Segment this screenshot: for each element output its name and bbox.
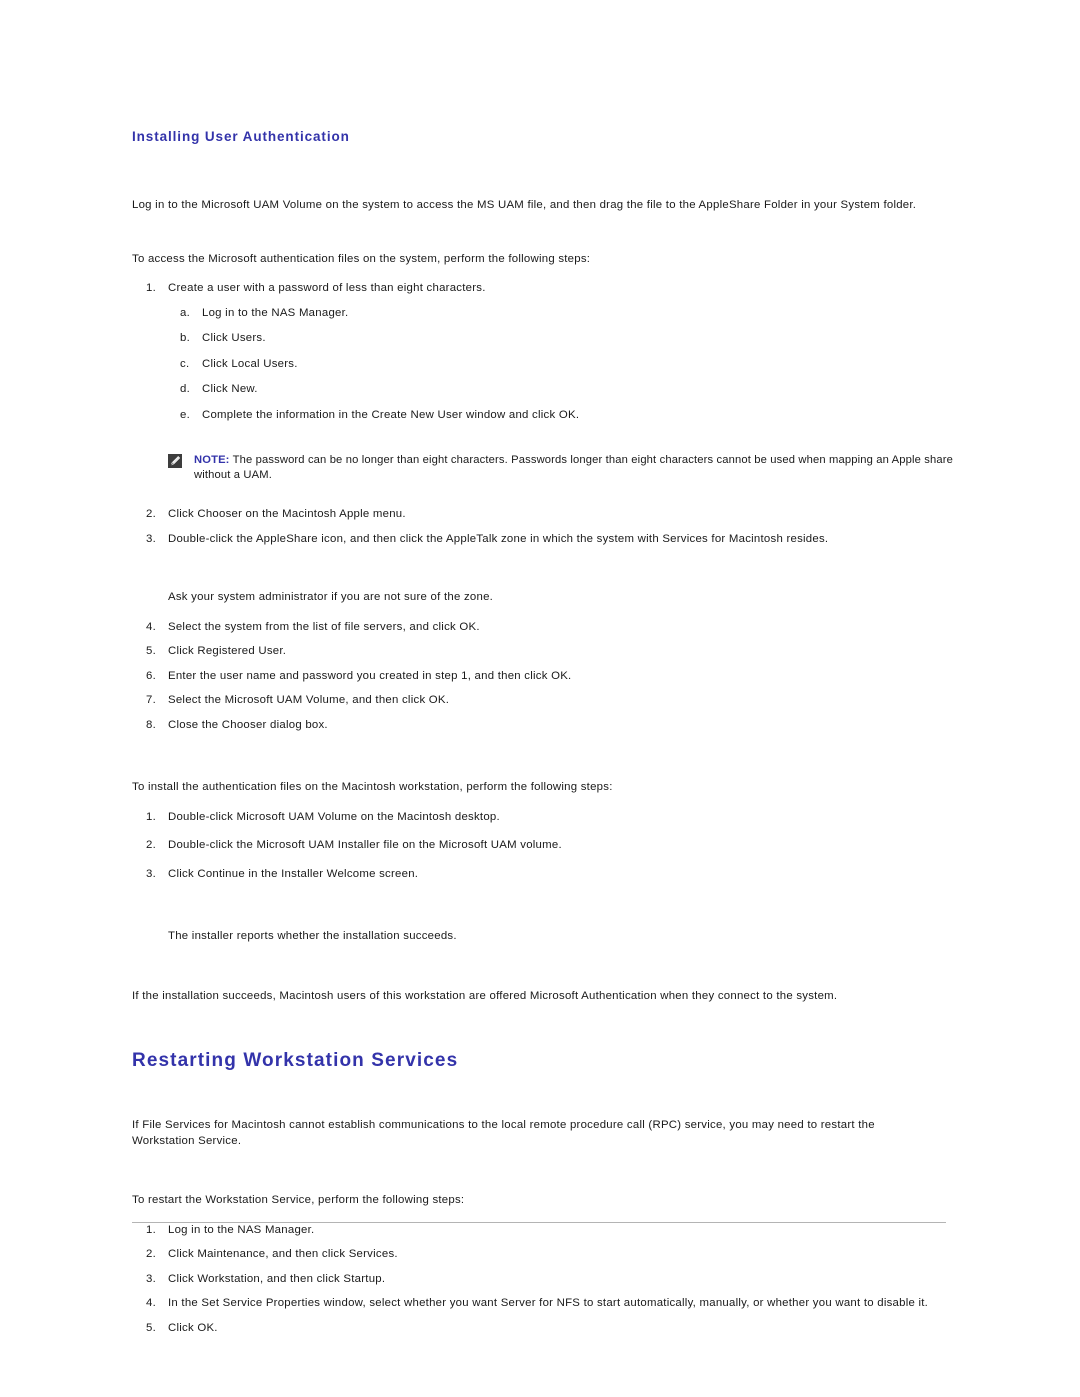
list-marker: e.: [180, 408, 190, 421]
list-item-text: Close the Chooser dialog box.: [168, 718, 328, 731]
list-item-text: Log in to the NAS Manager.: [202, 306, 349, 319]
list-marker: 2.: [146, 508, 156, 520]
rpc-intro-paragraph: If File Services for Macintosh cannot es…: [132, 1119, 875, 1147]
procedure3-lead-text: To restart the Workstation Service, perf…: [132, 1194, 465, 1206]
list-item-text: Click Registered User.: [168, 645, 287, 657]
list-item-text: Double-click Microsoft UAM Volume on the…: [168, 810, 500, 823]
list-item: 5. Click OK.: [132, 1321, 948, 1337]
list-item-text: Click Workstation, and then click Startu…: [168, 1272, 386, 1285]
closing-paragraph: If the installation succeeds, Macintosh …: [132, 989, 838, 1002]
list-item-text: Double-click the Microsoft UAM Installer…: [168, 839, 562, 851]
note-callout: NOTE: The password can be no longer than…: [168, 453, 954, 483]
list-item-text: Log in to the NAS Manager.: [168, 1223, 315, 1236]
list-item-text: Create a user with a password of less th…: [168, 282, 486, 294]
list-item-text: Click Users.: [202, 332, 266, 344]
list-item-text: Click Local Users.: [202, 357, 298, 370]
list-item: 4. In the Set Service Properties window,…: [132, 1296, 948, 1312]
intro-paragraph-uam-volume: Log in to the Microsoft UAM Volume on th…: [132, 199, 917, 211]
procedure1-list-part3: 4. Select the system from the list of fi…: [132, 620, 948, 734]
page-bottom-divider: [132, 1222, 946, 1223]
section-heading-installing-user-authentication: Installing User Authentication: [132, 129, 350, 144]
list-marker: 3.: [146, 532, 156, 545]
list-item-text: Select the system from the list of file …: [168, 620, 480, 633]
list-marker: 4.: [146, 620, 156, 633]
list-marker: 4.: [146, 1297, 156, 1309]
note-label: NOTE:: [194, 454, 230, 466]
list-item-text: Click New.: [202, 383, 258, 395]
procedure1-lead-text: To access the Microsoft authentication f…: [132, 252, 591, 265]
list-item: 7. Select the Microsoft UAM Volume, and …: [132, 693, 948, 709]
list-item: 1. Create a user with a password of less…: [132, 281, 948, 423]
procedure1-list-part2: 2. Click Chooser on the Macintosh Apple …: [132, 507, 948, 547]
list-marker: 6.: [146, 669, 156, 682]
list-item: a. Log in to the NAS Manager.: [168, 306, 948, 322]
list-marker: a.: [180, 306, 190, 319]
document-content: Installing User Authentication Log in to…: [132, 128, 953, 1345]
list-item: 3. Click Continue in the Installer Welco…: [132, 867, 948, 883]
list-item: e. Complete the information in the Creat…: [168, 408, 948, 424]
list-marker: 5.: [146, 645, 156, 657]
list-item-text: Click OK.: [168, 1321, 218, 1334]
procedure1-sublist: a. Log in to the NAS Manager. b. Click U…: [168, 306, 948, 424]
document-page: Installing User Authentication Log in to…: [0, 0, 1080, 1397]
list-item: 1. Log in to the NAS Manager.: [132, 1223, 948, 1239]
list-item: 2. Double-click the Microsoft UAM Instal…: [132, 838, 948, 854]
list-marker: 1.: [146, 810, 156, 823]
list-item: 8. Close the Chooser dialog box.: [132, 718, 948, 734]
list-item-text: In the Set Service Properties window, se…: [168, 1297, 929, 1309]
section-heading-restarting-workstation-services: Restarting Workstation Services: [132, 1050, 459, 1071]
list-marker: 7.: [146, 694, 156, 706]
list-item: 2. Click Maintenance, and then click Ser…: [132, 1247, 948, 1263]
list-item: 4. Select the system from the list of fi…: [132, 620, 948, 636]
installer-result-text: The installer reports whether the instal…: [168, 930, 457, 942]
list-item: 5. Click Registered User.: [132, 644, 948, 660]
list-item-text: Complete the information in the Create N…: [202, 408, 580, 421]
list-item: 6. Enter the user name and password you …: [132, 669, 948, 685]
list-item: 1. Double-click Microsoft UAM Volume on …: [132, 810, 948, 826]
list-item: b. Click Users.: [168, 331, 948, 347]
list-item: 2. Click Chooser on the Macintosh Apple …: [132, 507, 948, 523]
note-text: The password can be no longer than eight…: [194, 454, 953, 481]
list-marker: 5.: [146, 1321, 156, 1334]
list-item: d. Click New.: [168, 382, 948, 398]
list-marker: 8.: [146, 718, 156, 731]
list-marker: 2.: [146, 839, 156, 851]
list-marker: 2.: [146, 1248, 156, 1260]
list-marker: 1.: [146, 1223, 156, 1236]
list-item-text: Double-click the AppleShare icon, and th…: [168, 532, 829, 545]
list-item-text: Enter the user name and password you cre…: [168, 669, 572, 682]
list-marker: b.: [180, 332, 190, 344]
list-item-text: Select the Microsoft UAM Volume, and the…: [168, 694, 450, 706]
list-marker: c.: [180, 357, 190, 370]
list-marker: 3.: [146, 867, 156, 880]
list-marker: d.: [180, 383, 190, 395]
list-item: 3. Click Workstation, and then click Sta…: [132, 1272, 948, 1288]
note-pencil-icon: [168, 454, 182, 468]
list-item-text: Click Maintenance, and then click Servic…: [168, 1248, 398, 1260]
procedure1-list-part1: 1. Create a user with a password of less…: [132, 281, 948, 423]
procedure3-list: 1. Log in to the NAS Manager. 2. Click M…: [132, 1223, 948, 1337]
list-item-text: Click Continue in the Installer Welcome …: [168, 867, 419, 880]
list-marker: 3.: [146, 1272, 156, 1285]
list-item-text: Click Chooser on the Macintosh Apple men…: [168, 508, 406, 520]
list-marker: 1.: [146, 282, 156, 294]
procedure2-list: 1. Double-click Microsoft UAM Volume on …: [132, 810, 948, 883]
list-item: c. Click Local Users.: [168, 357, 948, 373]
procedure2-lead-text: To install the authentication files on t…: [132, 781, 613, 793]
list-item: 3. Double-click the AppleShare icon, and…: [132, 532, 948, 548]
zone-hint-text: Ask your system administrator if you are…: [168, 591, 494, 603]
